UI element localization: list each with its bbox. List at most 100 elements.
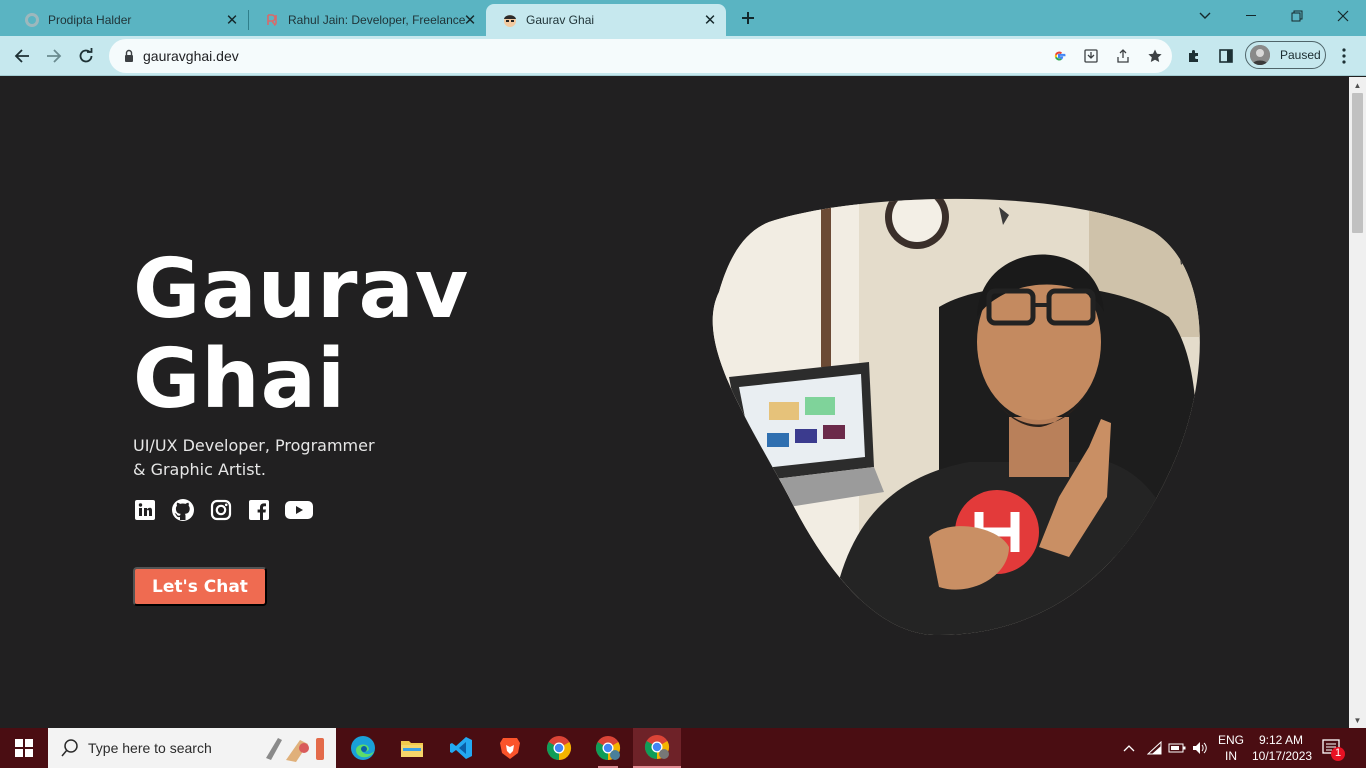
clock-time: 9:12 AM [1258, 733, 1304, 747]
social-links [133, 498, 313, 522]
web-page: Gaurav Ghai UI/UX Developer, Programmer … [0, 77, 1366, 728]
plus-icon [742, 12, 754, 24]
tagline-line-1: UI/UX Developer, Programmer [133, 436, 375, 455]
close-icon [1337, 10, 1349, 22]
notification-count: 1 [1334, 747, 1342, 759]
volume-button[interactable] [1189, 728, 1211, 768]
search-placeholder: Type here to search [88, 740, 212, 756]
taskbar-vscode[interactable] [437, 728, 485, 768]
region-code: IN [1225, 749, 1237, 763]
more-vert-icon [1342, 48, 1346, 64]
battery-icon [1168, 743, 1186, 753]
windows-taskbar: Type here to search ENG IN 9:12 AM 10/17… [0, 728, 1366, 768]
new-tab-button[interactable] [736, 6, 760, 30]
back-button[interactable] [6, 40, 38, 72]
extensions-button[interactable] [1178, 40, 1210, 72]
side-panel-button[interactable] [1210, 40, 1242, 72]
close-tab-icon[interactable]: ✕ [702, 12, 718, 29]
start-button[interactable] [0, 728, 48, 768]
search-icon [61, 739, 78, 757]
scroll-up-icon[interactable]: ▲ [1349, 77, 1366, 93]
lets-chat-button[interactable]: Let's Chat [133, 567, 267, 606]
hero-name-last: Ghai [133, 332, 347, 427]
chrome-profile-icon [595, 736, 621, 760]
tab-prodipta-halder[interactable]: Prodipta Halder ✕ [8, 4, 248, 36]
avatar-face-icon [504, 15, 516, 27]
profile-photo [712, 198, 1200, 636]
taskbar-brave[interactable] [486, 728, 534, 768]
notification-center-button[interactable]: 1 [1320, 736, 1346, 762]
profile-button[interactable]: Paused [1245, 41, 1326, 69]
language-code: ENG [1217, 733, 1244, 747]
chrome-profile-icon [644, 735, 670, 759]
restore-icon [1291, 10, 1303, 22]
search-highlight-illustration-icon [266, 738, 324, 762]
tab-search-button[interactable] [1182, 0, 1228, 32]
chrome-menu-button[interactable] [1328, 40, 1360, 72]
scroll-down-icon[interactable]: ▼ [1349, 712, 1366, 728]
lock-icon[interactable] [121, 48, 137, 64]
arrow-left-icon [14, 49, 29, 63]
chevron-up-icon [1123, 745, 1135, 752]
brave-icon [500, 738, 520, 759]
wifi-icon [1147, 741, 1162, 755]
profile-status: Paused [1280, 48, 1321, 62]
show-hidden-icons-button[interactable] [1118, 728, 1140, 768]
restore-button[interactable] [1274, 0, 1320, 32]
side-panel-icon [1219, 49, 1233, 63]
reload-button[interactable] [70, 40, 102, 72]
install-app-icon[interactable] [1082, 47, 1100, 65]
folder-icon [401, 741, 423, 757]
instagram-icon[interactable] [209, 498, 233, 522]
windows-logo-icon [15, 739, 33, 757]
clock-date: 10/17/2023 [1252, 749, 1313, 763]
close-window-button[interactable] [1320, 0, 1366, 32]
bookmark-star-icon[interactable] [1146, 47, 1164, 65]
chrome-icon [546, 736, 572, 760]
taskbar-edge[interactable] [339, 728, 387, 768]
hero-name-first: Gaurav [133, 242, 470, 337]
edge-icon [351, 736, 375, 760]
taskbar-chrome[interactable] [535, 728, 583, 768]
google-lens-icon[interactable] [1050, 47, 1068, 65]
tab-gaurav-ghai[interactable]: Gaurav Ghai ✕ [486, 4, 726, 36]
minimize-icon [1246, 15, 1256, 16]
tab-title: Prodipta Halder [48, 13, 132, 27]
forward-button[interactable] [38, 40, 70, 72]
tab-rahul-jain[interactable]: Rahul Jain: Developer, Freelance ✕ [248, 4, 486, 36]
share-icon[interactable] [1114, 47, 1132, 65]
close-tab-icon[interactable]: ✕ [224, 12, 240, 29]
clock[interactable]: 9:12 AM 10/17/2023 [1252, 732, 1313, 764]
hero-tagline: UI/UX Developer, Programmer & Graphic Ar… [133, 434, 433, 482]
close-tab-icon[interactable]: ✕ [462, 12, 478, 29]
page-scrollbar[interactable]: ▲ ▼ [1349, 77, 1366, 728]
reload-icon [79, 48, 93, 63]
linkedin-icon[interactable] [133, 498, 157, 522]
facebook-icon[interactable] [247, 498, 271, 522]
tab-title: Gaurav Ghai [526, 13, 595, 27]
address-bar[interactable]: gauravghai.dev [109, 39, 1172, 73]
arrow-right-icon [47, 49, 62, 63]
minimize-button[interactable] [1228, 0, 1274, 32]
taskbar-chrome-profile[interactable] [584, 728, 632, 768]
url-text[interactable]: gauravghai.dev [143, 48, 239, 64]
battery-button[interactable] [1166, 728, 1188, 768]
taskbar-file-explorer[interactable] [388, 728, 436, 768]
youtube-icon[interactable] [285, 498, 313, 522]
scrollbar-thumb[interactable] [1352, 93, 1363, 233]
github-icon[interactable] [171, 498, 195, 522]
puzzle-icon [1189, 50, 1198, 62]
speaker-icon [1193, 742, 1207, 754]
taskbar-search-box[interactable]: Type here to search [48, 728, 336, 768]
chevron-down-icon [1199, 12, 1211, 19]
hero-name: Gaurav Ghai [133, 245, 533, 425]
taskbar-chrome-active[interactable] [633, 728, 681, 768]
rj-logo-icon [267, 14, 277, 26]
tagline-line-2: & Graphic Artist. [133, 460, 266, 479]
tab-strip: Prodipta Halder ✕ Rahul Jain: Developer,… [0, 0, 1366, 36]
avatar [1250, 45, 1270, 65]
tab-title: Rahul Jain: Developer, Freelance [288, 13, 466, 27]
network-button[interactable] [1144, 728, 1166, 768]
vscode-icon [450, 737, 472, 759]
language-indicator[interactable]: ENG IN [1214, 732, 1248, 764]
